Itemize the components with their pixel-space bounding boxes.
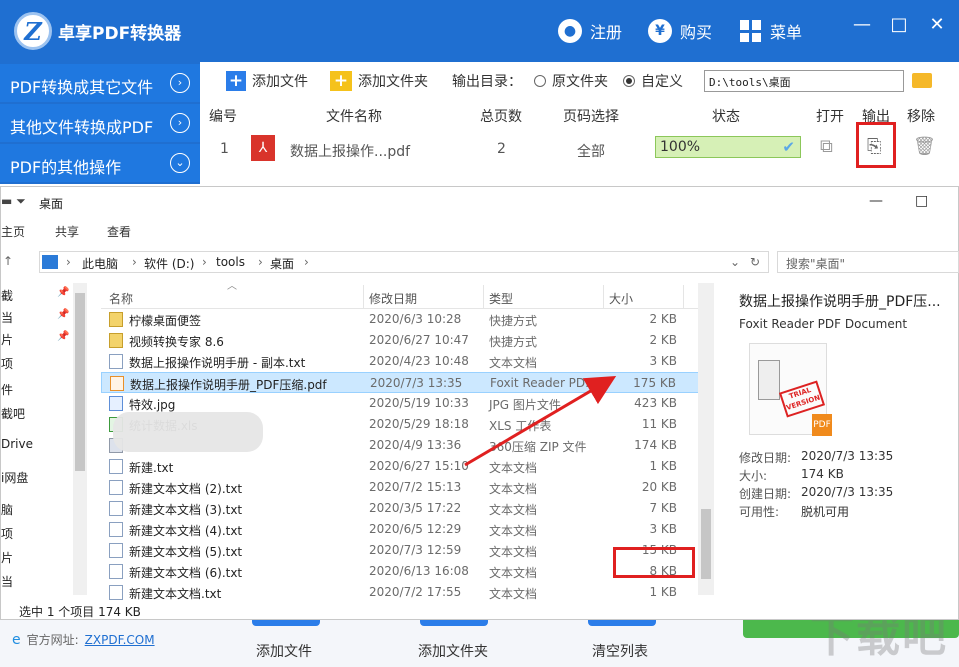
property-key: 修改日期: [739,451,792,465]
property-key: 大小: [739,469,768,483]
app-logo: Z [14,12,52,50]
add-folder-button[interactable]: + 添加文件夹 [330,71,428,91]
folder-icon[interactable] [912,73,932,88]
maximize-button[interactable]: □ [887,14,911,35]
logo-letter: Z [24,17,42,46]
chevron-right-icon: › [170,73,190,93]
bottom-add-file-button[interactable]: 添加文件 [252,610,320,661]
radio-original-folder[interactable]: 原文件夹 [534,71,608,91]
property-value: 脱机可用 [801,505,850,519]
row-filename: 数据上报操作...pdf [290,144,411,160]
col-pages: 总页数 [480,109,522,125]
row-page-select[interactable]: 全部 [577,141,605,161]
trial-stamp: TRIAL VERSION [778,380,826,418]
chevron-right-icon: › [170,113,190,133]
radio-icon [534,75,546,87]
bottom-add-folder-button[interactable]: 添加文件夹 [418,610,488,661]
col-index: 编号 [209,109,237,125]
preview-subtitle: Foxit Reader PDF Document [739,317,908,331]
sidebar-item-pdf-to-other[interactable]: PDF转换成其它文件 › [0,64,200,102]
site-label: 官方网址: [26,633,79,647]
register-button[interactable]: ● 注册 [558,16,622,46]
check-icon: ✔ [782,138,795,156]
chevron-down-icon: ⌄ [170,153,190,173]
ie-icon: e [12,631,21,648]
col-name: 文件名称 [326,109,382,125]
add-file-label: 添加文件 [252,74,308,90]
output-path-field[interactable]: D:\tools\桌面 [704,70,904,92]
folder-plus-icon: + [330,71,352,91]
add-folder-label: 添加文件夹 [358,74,428,90]
output-dir-label: 输出目录： [452,74,522,90]
sidebar-item-label: PDF的其他操作 [10,158,122,177]
open-external-icon[interactable]: ⧉ [820,136,833,157]
progress-label: 100% [660,139,701,155]
bottom-add-folder-label: 添加文件夹 [418,644,488,660]
table-row[interactable]: 1 ⅄ 数据上报操作...pdf 2 全部 100% ✔ ⧉ ⎘ 🗑 [200,122,959,172]
add-file-button[interactable]: + 添加文件 [226,71,308,91]
user-icon: ● [558,19,582,43]
title-bar: Z 卓享PDF转换器 ● 注册 ¥ 购买 菜单 — □ ✕ [0,0,959,62]
close-button[interactable]: ✕ [925,14,949,35]
preview-pane: 数据上报操作说明手册_PDF压... Foxit Reader PDF Docu… [739,291,959,531]
col-remove: 移除 [907,109,935,125]
plus-icon: + [226,71,246,91]
sidebar-item-pdf-other-ops[interactable]: PDF的其他操作 ⌄ [0,144,200,182]
app-title: 卓享PDF转换器 [58,24,182,44]
thumbnail-image [758,360,780,400]
clear-list-button[interactable]: 清空列表 [588,610,656,661]
col-open: 打开 [816,109,844,125]
sidebar: PDF转换成其它文件 › 其他文件转换成PDF › PDF的其他操作 ⌄ [0,62,200,184]
buy-label: 购买 [680,23,713,42]
property-value: 174 KB [801,467,844,481]
row-index: 1 [220,141,229,157]
sidebar-item-other-to-pdf[interactable]: 其他文件转换成PDF › [0,104,200,142]
sidebar-item-label: 其他文件转换成PDF [10,118,154,137]
preview-thumbnail: TRIAL VERSION PDF [749,343,832,436]
menu-button[interactable]: 菜单 [740,16,802,46]
radio-selected-icon [623,75,635,87]
progress-bar: 100% ✔ [655,136,801,158]
property-key: 可用性: [739,505,780,519]
property-value: 2020/7/3 13:35 [801,485,894,499]
sidebar-item-label: PDF转换成其它文件 [10,78,154,97]
file-table-header: 编号 文件名称 总页数 页码选择 状态 打开 输出 移除 [200,104,959,125]
clear-list-label: 清空列表 [592,644,648,660]
grid-icon [740,20,762,42]
foxit-icon: PDF [812,414,832,436]
radio-custom-label: 自定义 [641,74,683,90]
toolbar: + 添加文件 + 添加文件夹 输出目录： 原文件夹 自定义 D:\tools\桌… [200,62,959,102]
property-value: 2020/7/3 13:35 [801,449,894,463]
radio-original-label: 原文件夹 [552,74,608,90]
status-bar-text: 选中 1 个项目 174 KB [19,605,141,619]
preview-title: 数据上报操作说明手册_PDF压... [739,294,941,310]
minimize-button[interactable]: — [850,14,874,35]
menu-label: 菜单 [770,23,803,42]
radio-custom[interactable]: 自定义 [623,71,683,91]
col-page-select: 页码选择 [563,109,619,125]
register-label: 注册 [590,23,623,42]
pdf-icon: ⅄ [251,135,275,161]
row-pages: 2 [497,141,506,157]
site-info: e 官方网址: ZXPDF.COM [12,631,155,648]
yen-icon: ¥ [648,19,672,43]
col-status: 状态 [712,109,740,125]
property-key: 创建日期: [739,487,792,501]
bottom-add-file-label: 添加文件 [256,644,312,660]
trash-icon[interactable]: 🗑 [913,136,936,157]
explorer-window: ▬ ⏷ 桌面 — □ 主页 共享 查看 ↑ › 此电脑 › 软件 (D:) › … [0,186,959,620]
buy-button[interactable]: ¥ 购买 [648,16,712,46]
site-link[interactable]: ZXPDF.COM [85,633,155,647]
output-icon[interactable]: ⎘ [867,136,881,157]
